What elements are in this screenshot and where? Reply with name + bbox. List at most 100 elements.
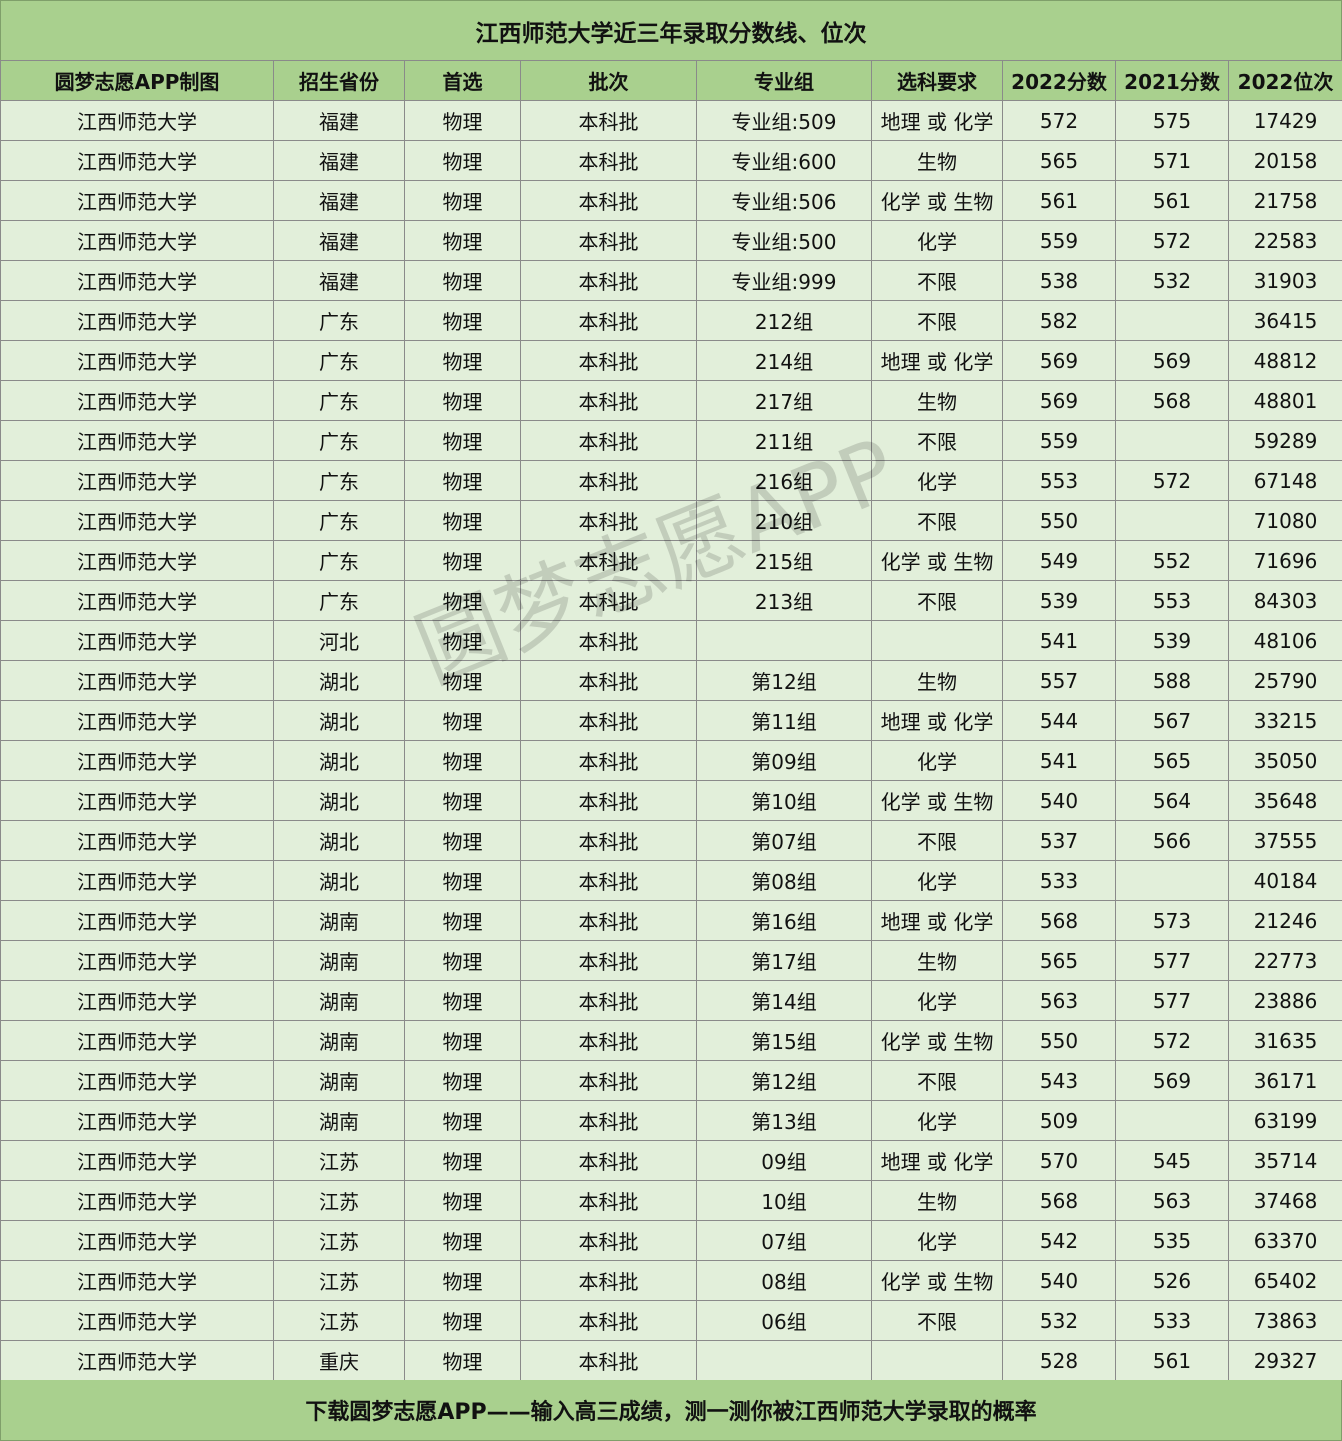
table-cell: 09组 (696, 1140, 872, 1181)
table-cell: 215组 (696, 540, 872, 581)
table-cell: 物理 (404, 860, 521, 901)
table-cell: 江西师范大学 (0, 1340, 274, 1381)
table-cell: 84303 (1228, 580, 1342, 621)
table-cell: 533 (1002, 860, 1116, 901)
table-cell: 21246 (1228, 900, 1342, 941)
table-cell: 22583 (1228, 220, 1342, 261)
table-cell: 不限 (871, 260, 1003, 301)
table-cell: 549 (1002, 540, 1116, 581)
table-cell: 湖南 (273, 1100, 405, 1141)
table-cell: 35648 (1228, 780, 1342, 821)
table-cell: 本科批 (520, 340, 697, 381)
table-cell: 不限 (871, 1300, 1003, 1341)
table-cell: 物理 (404, 700, 521, 741)
table-row: 江西师范大学 江苏 物理 本科批 09组 地理 或 化学 570 545 35714 (0, 1140, 1342, 1181)
table-cell: 568 (1115, 380, 1229, 421)
table-cell: 物理 (404, 260, 521, 301)
table-cell: 江西师范大学 (0, 660, 274, 701)
table-row: 江西师范大学 江苏 物理 本科批 08组 化学 或 生物 540 526 65402 (0, 1260, 1342, 1301)
table-row: 江西师范大学 湖南 物理 本科批 第16组 地理 或 化学 568 573 21246 (0, 900, 1342, 941)
table-row: 江西师范大学 广东 物理 本科批 211组 不限 559 59289 (0, 420, 1342, 461)
table-cell: 588 (1115, 660, 1229, 701)
table-cell: 572 (1115, 220, 1229, 261)
table-cell: 物理 (404, 540, 521, 581)
table-cell: 生物 (871, 380, 1003, 421)
table-cell: 23886 (1228, 980, 1342, 1021)
table-cell: 569 (1115, 1060, 1229, 1101)
table-cell: 本科批 (520, 1260, 697, 1301)
table-cell: 物理 (404, 980, 521, 1021)
table-cell: 577 (1115, 980, 1229, 1021)
table-cell: 06组 (696, 1300, 872, 1341)
column-header: 招生省份 (273, 60, 405, 101)
table-cell: 江苏 (273, 1220, 405, 1261)
table-cell: 31903 (1228, 260, 1342, 301)
table-cell: 566 (1115, 820, 1229, 861)
table-cell: 212组 (696, 300, 872, 341)
table-cell: 江西师范大学 (0, 380, 274, 421)
table-cell: 本科批 (520, 1060, 697, 1101)
table-cell: 化学 或 生物 (871, 780, 1003, 821)
table-cell: 第10组 (696, 780, 872, 821)
table-cell: 本科批 (520, 380, 697, 421)
table-cell (871, 620, 1003, 661)
table-cell: 物理 (404, 580, 521, 621)
table-cell: 第11组 (696, 700, 872, 741)
table-row: 江西师范大学 湖北 物理 本科批 第12组 生物 557 588 25790 (0, 660, 1342, 701)
table-cell: 地理 或 化学 (871, 1140, 1003, 1181)
table-cell: 江西师范大学 (0, 300, 274, 341)
table-row: 江西师范大学 广东 物理 本科批 212组 不限 582 36415 (0, 300, 1342, 341)
table-cell: 物理 (404, 1020, 521, 1061)
table-cell: 本科批 (520, 1020, 697, 1061)
table-cell: 本科批 (520, 820, 697, 861)
table-cell: 物理 (404, 820, 521, 861)
table-cell: 江西师范大学 (0, 1100, 274, 1141)
table-cell: 福建 (273, 220, 405, 261)
table-cell: 物理 (404, 1260, 521, 1301)
table-cell: 本科批 (520, 140, 697, 181)
table-cell: 江西师范大学 (0, 860, 274, 901)
table-cell: 第16组 (696, 900, 872, 941)
table-cell: 本科批 (520, 940, 697, 981)
table-cell: 湖南 (273, 1020, 405, 1061)
table-cell: 江西师范大学 (0, 460, 274, 501)
table-cell (696, 1340, 872, 1381)
table-cell: 物理 (404, 220, 521, 261)
table-row: 江西师范大学 广东 物理 本科批 213组 不限 539 553 84303 (0, 580, 1342, 621)
table-cell: 48812 (1228, 340, 1342, 381)
table-cell: 本科批 (520, 660, 697, 701)
table-cell: 本科批 (520, 700, 697, 741)
table-cell: 211组 (696, 420, 872, 461)
table-cell: 533 (1115, 1300, 1229, 1341)
table-cell: 559 (1002, 420, 1116, 461)
table-cell: 专业组:509 (696, 100, 872, 141)
table-cell: 江西师范大学 (0, 220, 274, 261)
table-cell: 物理 (404, 100, 521, 141)
table-cell: 本科批 (520, 1140, 697, 1181)
table-header-row: 圆梦志愿APP制图 招生省份 首选 批次 专业组 选科要求 2022分数 2021分数 2022… (0, 60, 1342, 101)
table-cell: 570 (1002, 1140, 1116, 1181)
table-cell: 539 (1115, 620, 1229, 661)
table-cell: 江苏 (273, 1180, 405, 1221)
table-row: 江西师范大学 广东 物理 本科批 214组 地理 或 化学 569 569 48812 (0, 340, 1342, 381)
table-cell: 35714 (1228, 1140, 1342, 1181)
table-cell: 物理 (404, 180, 521, 221)
table-cell (1115, 420, 1229, 461)
table-cell: 重庆 (273, 1340, 405, 1381)
table-cell: 48106 (1228, 620, 1342, 661)
table-cell: 地理 或 化学 (871, 900, 1003, 941)
table-cell: 本科批 (520, 1340, 697, 1381)
table-cell: 65402 (1228, 1260, 1342, 1301)
table-cell: 528 (1002, 1340, 1116, 1381)
table-cell: 36171 (1228, 1060, 1342, 1101)
table-row: 江西师范大学 广东 物理 本科批 216组 化学 553 572 67148 (0, 460, 1342, 501)
table-cell: 专业组:600 (696, 140, 872, 181)
table-cell: 本科批 (520, 460, 697, 501)
table-cell: 专业组:500 (696, 220, 872, 261)
table-cell: 本科批 (520, 900, 697, 941)
table-cell: 物理 (404, 500, 521, 541)
table-cell: 物理 (404, 300, 521, 341)
table-row: 江西师范大学 湖北 物理 本科批 第08组 化学 533 40184 (0, 860, 1342, 901)
table-cell: 568 (1002, 1180, 1116, 1221)
table-cell: 本科批 (520, 620, 697, 661)
